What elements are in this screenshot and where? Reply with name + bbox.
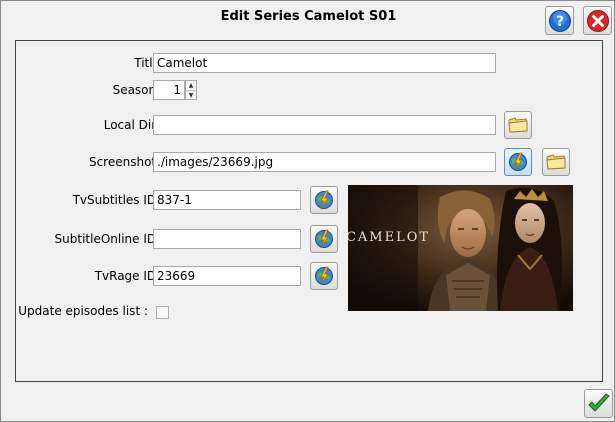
- season-input[interactable]: 1: [153, 80, 185, 100]
- season-label: Season :: [112, 83, 164, 97]
- svg-text:?: ?: [555, 14, 563, 30]
- local-dir-input[interactable]: [153, 115, 496, 135]
- edit-series-dialog: Edit Series Camelot S01 ? Title: Camelot…: [0, 0, 615, 422]
- update-episodes-label: Update episodes list :: [18, 304, 148, 318]
- globe-lightning-icon: [509, 152, 527, 172]
- fetch-tvrage-button[interactable]: [310, 262, 338, 290]
- checkmark-icon: [587, 392, 610, 412]
- subtitleonline-label: SubtitleOnline ID :: [54, 232, 164, 246]
- title-label: Title:: [134, 56, 164, 70]
- globe-lightning-icon: [315, 190, 333, 210]
- screenshot-label: Screenshot :: [88, 155, 164, 169]
- tvrage-input[interactable]: 23669: [153, 266, 301, 286]
- spin-down-icon[interactable]: ▼: [186, 91, 196, 100]
- fetch-screenshot-button[interactable]: [504, 148, 532, 176]
- dialog-title: Edit Series Camelot S01: [220, 9, 397, 24]
- help-question-icon: ?: [548, 9, 571, 32]
- series-form-panel: Title: Camelot Season : 1 ▲ ▼ Local Dir …: [15, 40, 603, 382]
- globe-lightning-icon: [315, 229, 333, 249]
- update-episodes-checkbox[interactable]: [156, 306, 169, 319]
- close-button[interactable]: [583, 6, 612, 35]
- fetch-subtitleonline-button[interactable]: [310, 225, 338, 253]
- ok-button[interactable]: [584, 389, 613, 418]
- season-spinner[interactable]: ▲ ▼: [185, 80, 197, 100]
- subtitleonline-input[interactable]: [153, 229, 301, 249]
- series-poster-image: CAMELOT: [348, 185, 573, 311]
- fetch-tvsubtitles-button[interactable]: [310, 186, 338, 214]
- folder-icon: [508, 117, 528, 133]
- tvsubtitles-input[interactable]: 837-1: [153, 190, 301, 210]
- title-input[interactable]: Camelot: [153, 53, 496, 73]
- poster-artwork: CAMELOT: [348, 185, 573, 311]
- local-dir-label: Local Dir :: [103, 118, 164, 132]
- globe-lightning-icon: [315, 266, 333, 286]
- spin-up-icon[interactable]: ▲: [186, 81, 196, 91]
- tvrage-label: TvRage ID :: [94, 269, 164, 283]
- tvsubtitles-label: TvSubtitles ID :: [72, 193, 164, 207]
- help-button[interactable]: ?: [545, 6, 574, 35]
- folder-icon: [546, 154, 566, 170]
- browse-screenshot-button[interactable]: [542, 148, 570, 176]
- poster-caption: CAMELOT: [348, 230, 430, 245]
- close-x-icon: [586, 9, 609, 32]
- screenshot-input[interactable]: ./images/23669.jpg: [153, 152, 496, 172]
- browse-local-dir-button[interactable]: [504, 111, 532, 139]
